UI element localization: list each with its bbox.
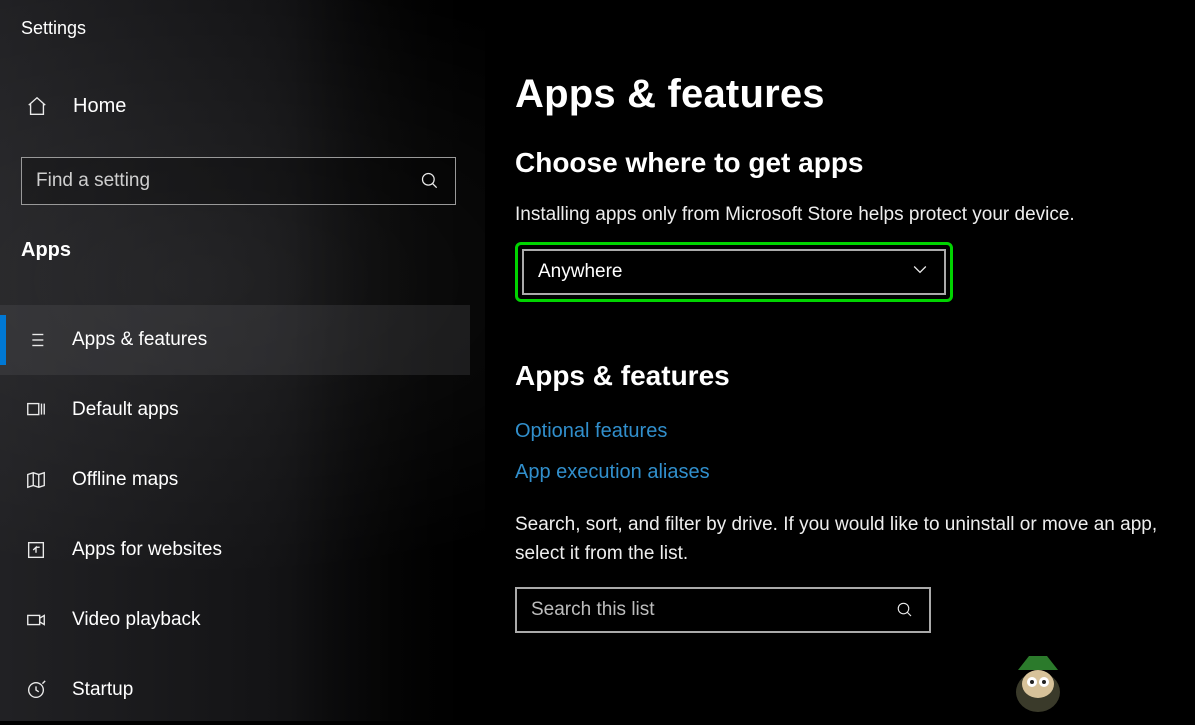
sidebar-item-label: Offline maps bbox=[72, 469, 178, 491]
app-title: Settings bbox=[21, 18, 86, 39]
optional-features-link[interactable]: Optional features bbox=[515, 420, 667, 443]
choose-where-heading: Choose where to get apps bbox=[515, 147, 1177, 179]
apps-list-description: Search, sort, and filter by drive. If yo… bbox=[515, 510, 1177, 569]
apps-list-search-input[interactable] bbox=[531, 599, 895, 621]
search-icon bbox=[419, 170, 441, 192]
sidebar: Settings Home Apps Apps & features Defaul… bbox=[0, 0, 485, 721]
chevron-down-icon bbox=[910, 259, 930, 284]
page-title: Apps & features bbox=[515, 72, 1177, 117]
choose-where-help: Installing apps only from Microsoft Stor… bbox=[515, 203, 1177, 228]
sidebar-item-offline-maps[interactable]: Offline maps bbox=[0, 445, 470, 515]
settings-window: Settings Home Apps Apps & features Defaul… bbox=[0, 0, 1195, 721]
sidebar-item-label: Default apps bbox=[72, 399, 179, 421]
sidebar-item-default-apps[interactable]: Default apps bbox=[0, 375, 470, 445]
source-dropdown-highlight: Anywhere bbox=[515, 242, 953, 302]
sidebar-section-title: Apps bbox=[21, 239, 71, 262]
list-icon bbox=[24, 328, 48, 352]
apps-features-subheading: Apps & features bbox=[515, 360, 1177, 392]
video-icon bbox=[24, 608, 48, 632]
sidebar-item-apps-for-websites[interactable]: Apps for websites bbox=[0, 515, 470, 585]
app-source-value: Anywhere bbox=[538, 261, 623, 283]
app-execution-aliases-link[interactable]: App execution aliases bbox=[515, 461, 710, 484]
apps-list-search[interactable] bbox=[515, 587, 931, 633]
home-label: Home bbox=[73, 95, 126, 118]
main-content: Apps & features Choose where to get apps… bbox=[485, 0, 1195, 721]
sidebar-item-video-playback[interactable]: Video playback bbox=[0, 585, 470, 655]
sidebar-item-apps-features[interactable]: Apps & features bbox=[0, 305, 470, 375]
search-icon bbox=[895, 600, 915, 620]
startup-icon bbox=[24, 678, 48, 702]
map-icon bbox=[24, 468, 48, 492]
sidebar-item-startup[interactable]: Startup bbox=[0, 655, 470, 725]
sidebar-item-label: Video playback bbox=[72, 609, 201, 631]
find-setting-input[interactable] bbox=[36, 158, 419, 204]
defaults-icon bbox=[24, 398, 48, 422]
open-icon bbox=[24, 538, 48, 562]
find-setting-search[interactable] bbox=[21, 157, 456, 205]
sidebar-item-label: Apps for websites bbox=[72, 539, 222, 561]
sidebar-item-label: Startup bbox=[72, 679, 133, 701]
app-source-dropdown[interactable]: Anywhere bbox=[522, 249, 946, 295]
sidebar-nav: Apps & features Default apps Offline maps A… bbox=[0, 305, 470, 725]
sidebar-item-home[interactable]: Home bbox=[25, 94, 126, 118]
sidebar-item-label: Apps & features bbox=[72, 329, 207, 351]
home-icon bbox=[25, 94, 49, 118]
